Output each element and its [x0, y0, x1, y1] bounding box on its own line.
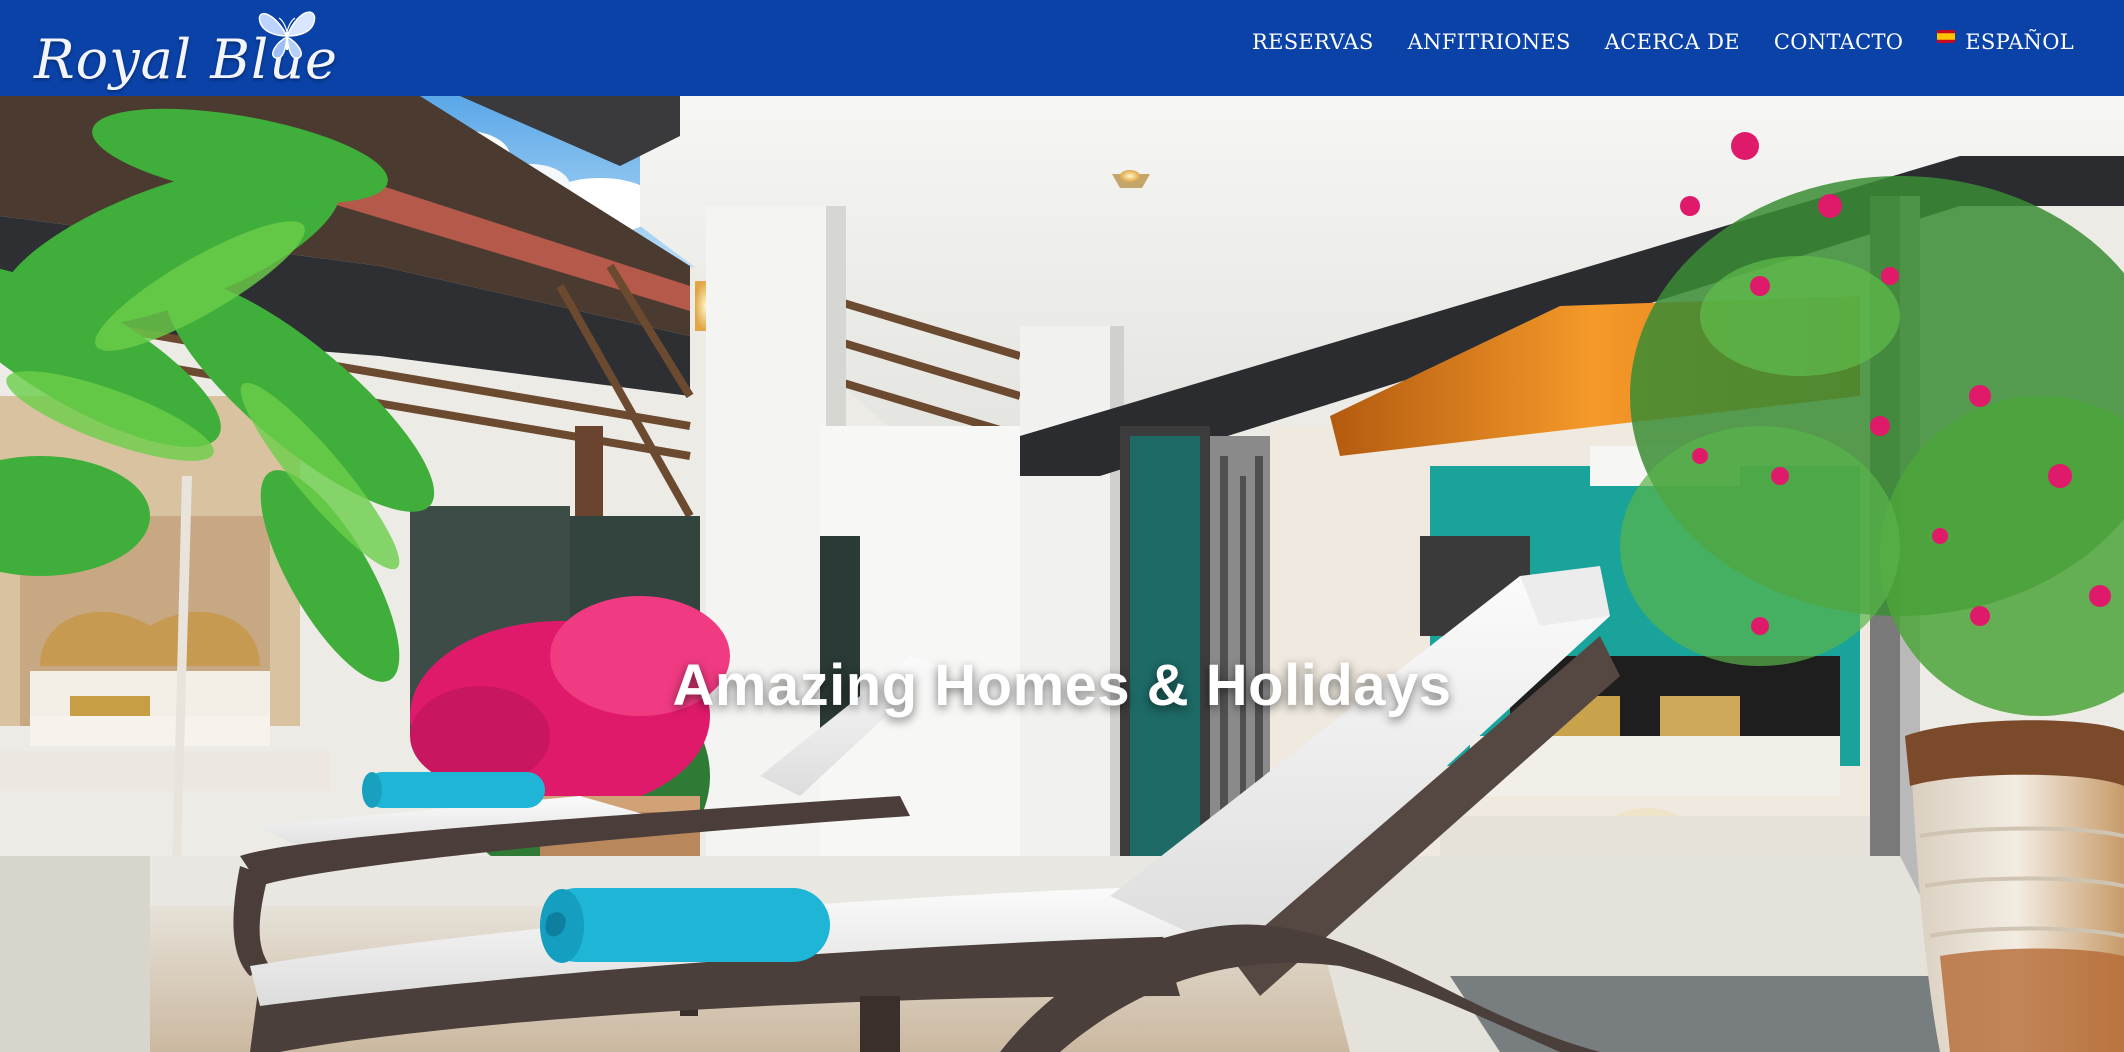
language-label: ESPAÑOL [1965, 30, 2074, 54]
site-logo[interactable]: Royal Blue [30, 6, 337, 91]
nav-acerca-de[interactable]: ACERCA DE [1605, 30, 1740, 54]
language-switcher[interactable]: ESPAÑOL [1937, 29, 2074, 54]
main-nav: RESERVAS ANFITRIONES ACERCA DE CONTACTO … [1252, 26, 2074, 58]
spain-flag-icon [1937, 29, 1956, 43]
hero-banner: Amazing Homes & Holidays [0, 96, 2124, 1052]
nav-contacto[interactable]: CONTACTO [1774, 30, 1903, 54]
site-header: Royal Blue RESERVAS ANFITRIONES ACERCA D… [0, 0, 2124, 96]
nav-reservas[interactable]: RESERVAS [1252, 30, 1374, 54]
butterfly-icon [258, 11, 316, 59]
hero-title: Amazing Homes & Holidays [672, 653, 1452, 718]
hero-image [0, 96, 2124, 1052]
nav-anfitriones[interactable]: ANFITRIONES [1408, 30, 1571, 54]
